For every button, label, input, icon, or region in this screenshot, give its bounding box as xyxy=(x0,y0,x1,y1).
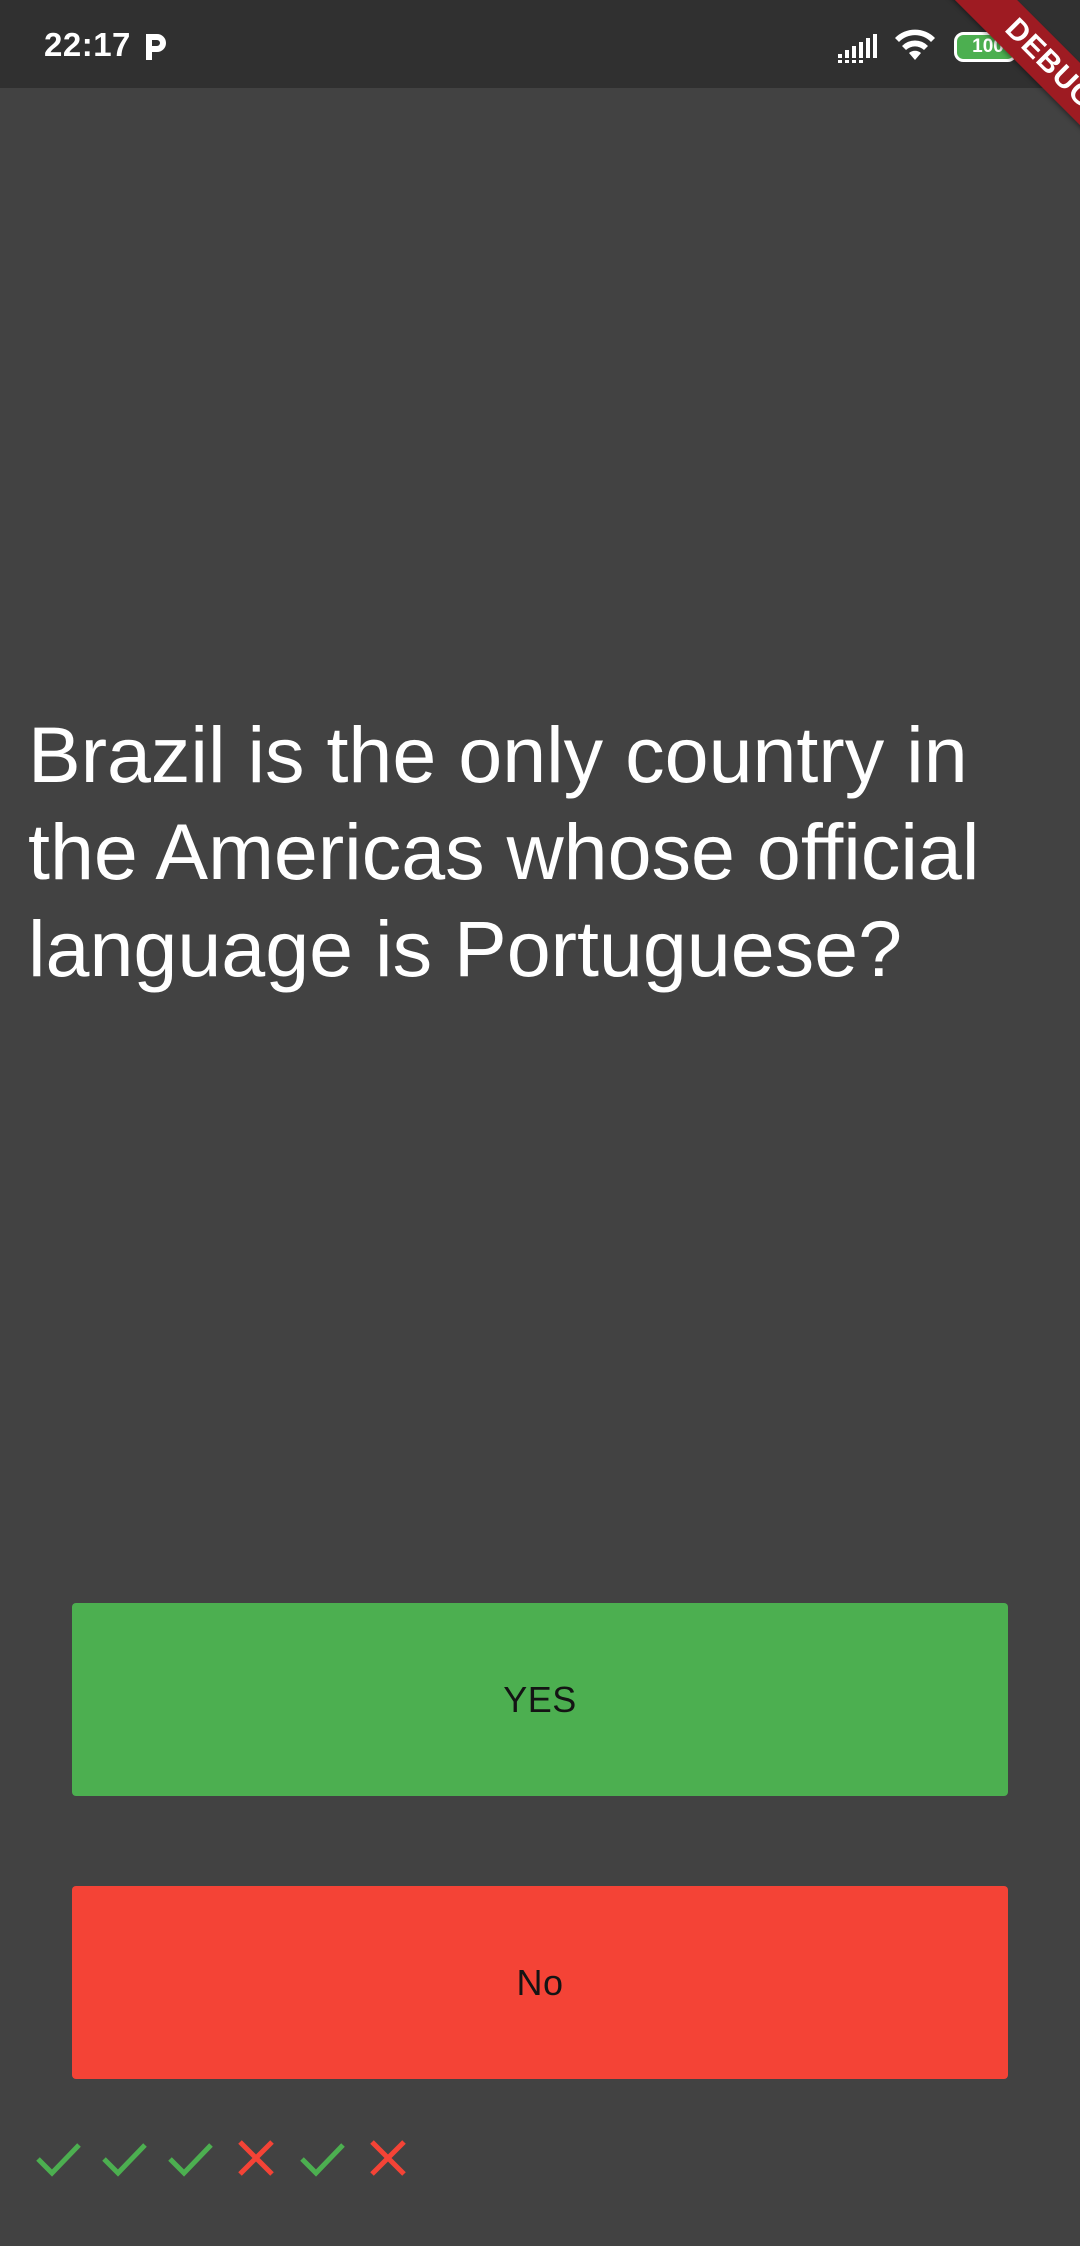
no-button-label: No xyxy=(516,1961,564,2003)
no-button[interactable]: No xyxy=(72,1886,1008,2079)
score-keeper xyxy=(34,2134,412,2182)
check-icon xyxy=(36,2143,81,2177)
status-time: 22:17 xyxy=(44,26,131,63)
yes-button-label: YES xyxy=(503,1678,577,1720)
quiz-screen: 22:17 100 DEBUG Brazil is the only count… xyxy=(0,0,1080,2246)
check-icon xyxy=(300,2143,345,2177)
close-icon xyxy=(238,2140,274,2176)
signal-strength-icon xyxy=(838,34,877,63)
check-icon xyxy=(168,2143,213,2177)
parking-notification-icon xyxy=(146,34,166,60)
yes-button[interactable]: YES xyxy=(72,1603,1008,1796)
debug-banner: DEBUG xyxy=(928,0,1080,186)
close-icon xyxy=(370,2140,406,2176)
check-icon xyxy=(102,2143,147,2177)
debug-banner-container: DEBUG xyxy=(880,0,1080,200)
question-text: Brazil is the only country in the Americ… xyxy=(28,710,980,993)
